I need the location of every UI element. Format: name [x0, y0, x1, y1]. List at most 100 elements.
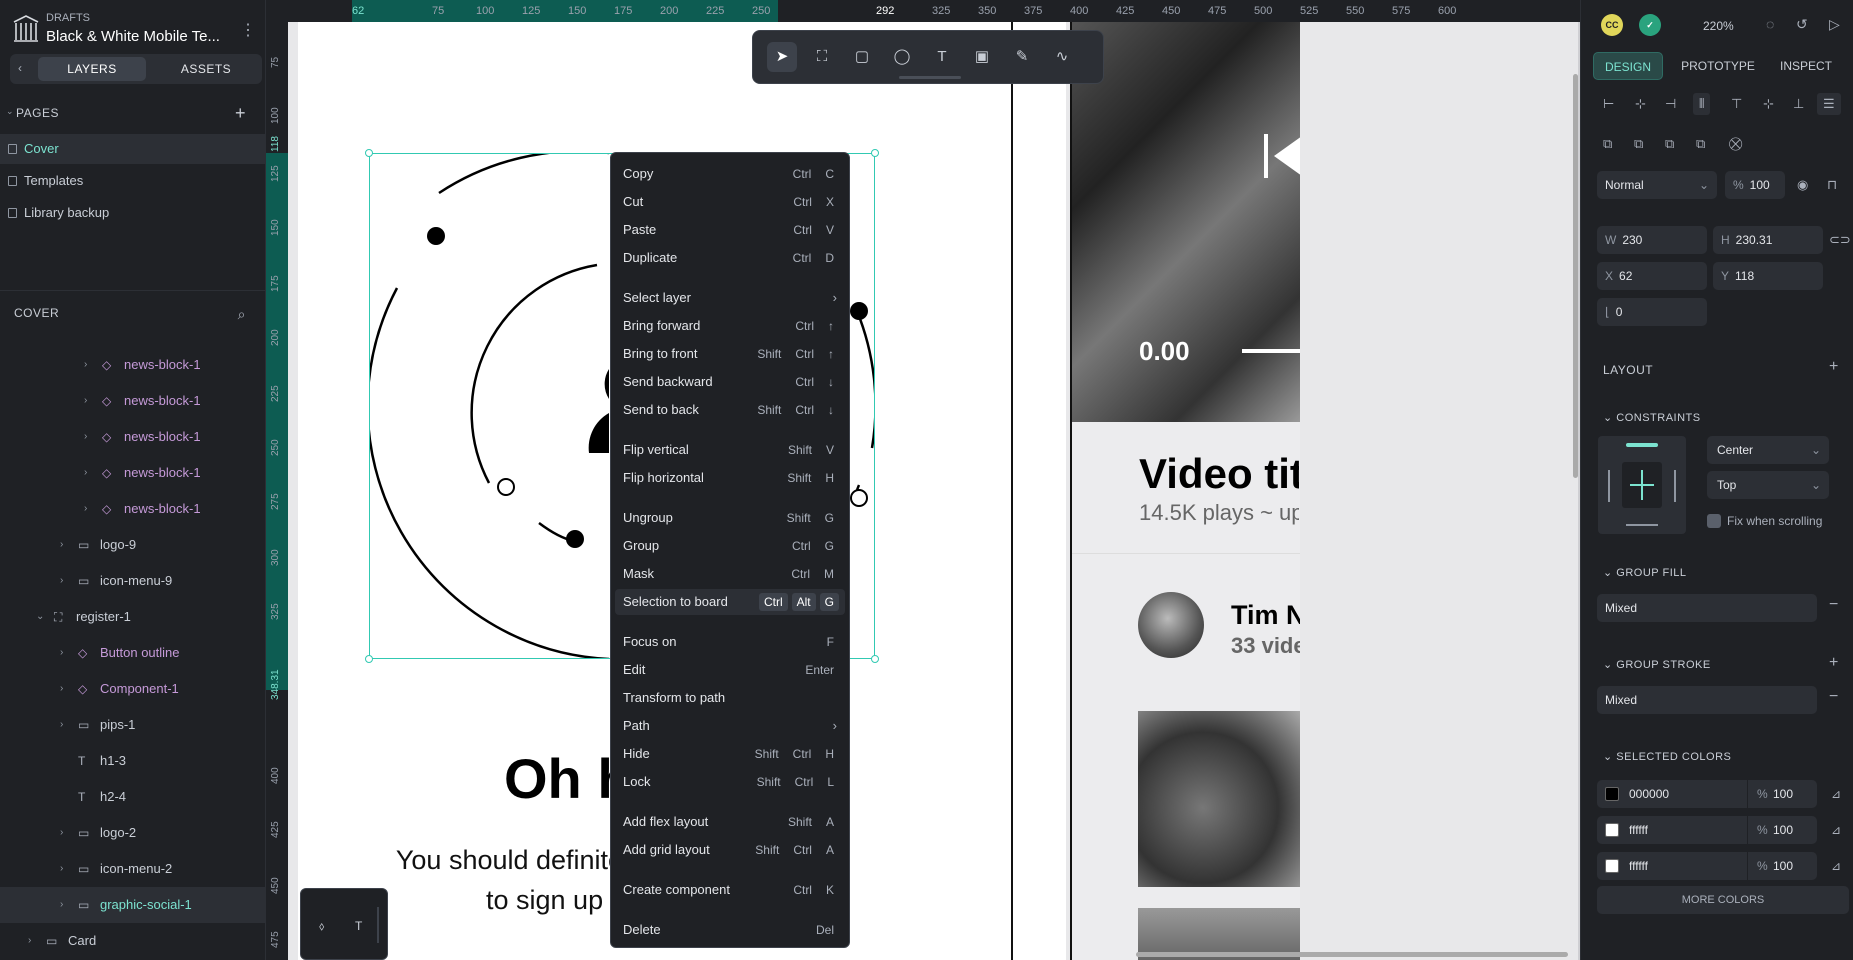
constraint-right-bar[interactable] — [1674, 470, 1676, 502]
menu-item-bring-forward[interactable]: Bring forward Ctrl ↑ — [615, 313, 845, 339]
play-back-icon[interactable] — [1264, 132, 1304, 182]
layer-row[interactable]: › ◇ Component-1 — [0, 671, 266, 707]
menu-item-focus-on[interactable]: Focus on F — [615, 629, 845, 655]
eyedropper-icon[interactable]: ⊿ — [1831, 780, 1841, 808]
distribute-v-icon[interactable]: ☰ — [1817, 93, 1841, 115]
menu-item-add-flex-layout[interactable]: Add flex layout Shift A — [615, 809, 845, 835]
rectangle-tool-icon[interactable]: ▢ — [847, 42, 877, 72]
zoom-level[interactable]: 220% — [1703, 19, 1734, 33]
horizontal-scrollbar[interactable] — [1136, 952, 1568, 957]
back-chevron-icon[interactable]: ‹ — [18, 61, 22, 75]
menu-item-cut[interactable]: Cut Ctrl X — [615, 189, 845, 215]
constraint-hcenter[interactable] — [1630, 484, 1654, 486]
x-field[interactable]: X 62 — [1597, 262, 1707, 290]
align-bottom-icon[interactable]: ⊥ — [1793, 96, 1804, 112]
remove-fill-icon[interactable]: − — [1829, 596, 1838, 614]
menu-item-delete[interactable]: Delete Del — [615, 917, 845, 943]
chevron-right-icon[interactable]: › — [60, 527, 63, 563]
color-palette-icon[interactable]: ⬨ — [319, 919, 324, 934]
layer-row[interactable]: › ▭ Card — [0, 923, 266, 959]
constraint-horizontal-select[interactable]: Center ⌄ — [1707, 436, 1829, 464]
menu-item-flip-vertical[interactable]: Flip vertical Shift V — [615, 437, 845, 463]
typography-icon[interactable]: T — [355, 919, 362, 933]
align-right-icon[interactable]: ⊣ — [1665, 96, 1676, 112]
color-swatch[interactable] — [1605, 823, 1619, 837]
menu-item-copy[interactable]: Copy Ctrl C — [615, 161, 845, 187]
tab-assets[interactable]: ASSETS — [158, 57, 254, 81]
text-tool-icon[interactable]: T — [927, 42, 957, 72]
layer-row[interactable]: › ◇ news-block-1 — [0, 347, 266, 383]
layer-row[interactable]: › ▭ logo-2 — [0, 815, 266, 851]
chevron-right-icon[interactable]: › — [60, 635, 63, 671]
add-page-icon[interactable]: + — [235, 104, 246, 122]
resize-handle[interactable] — [871, 149, 879, 157]
resize-handle[interactable] — [365, 149, 373, 157]
menu-item-path[interactable]: Path › — [615, 713, 845, 739]
app-logo-icon[interactable] — [12, 14, 40, 44]
chevron-right-icon[interactable]: › — [60, 815, 63, 851]
align-top-icon[interactable]: ⊤ — [1731, 96, 1742, 112]
lock-icon[interactable]: ⊓ — [1827, 177, 1837, 193]
group-stroke-field[interactable]: Mixed — [1597, 686, 1817, 714]
fix-scrolling-checkbox[interactable] — [1707, 514, 1721, 528]
radius-field[interactable]: ⌊ 0 — [1597, 298, 1707, 326]
move-tool-icon[interactable]: ➤ — [767, 42, 797, 72]
tab-prototype[interactable]: PROTOTYPE — [1673, 52, 1763, 80]
layer-row[interactable]: › ◇ news-block-1 — [0, 491, 266, 527]
layer-row-partial[interactable] — [0, 318, 266, 332]
constraints-label[interactable]: ⌄ CONSTRAINTS — [1603, 411, 1701, 424]
proportion-lock-icon[interactable]: ⊂⊃ — [1829, 232, 1851, 248]
layer-row[interactable]: › ▭ graphic-social-1 — [0, 887, 266, 923]
chevron-right-icon[interactable]: › — [84, 347, 87, 383]
comments-icon[interactable]: ◌ — [1766, 16, 1774, 32]
more-colors-button[interactable]: MORE COLORS — [1597, 886, 1849, 914]
project-menu-icon[interactable]: ⋮ — [240, 20, 256, 40]
group-fill-field[interactable]: Mixed — [1597, 594, 1817, 622]
layer-row[interactable]: › ◇ news-block-1 — [0, 383, 266, 419]
bool-difference-icon[interactable]: ⧉ — [1634, 136, 1643, 152]
chevron-down-icon[interactable]: ⌄ — [36, 599, 44, 635]
menu-item-group[interactable]: Group Ctrl G — [615, 533, 845, 559]
y-field[interactable]: Y 118 — [1713, 262, 1823, 290]
tab-design[interactable]: DESIGN — [1593, 52, 1663, 80]
tab-layers[interactable]: LAYERS — [38, 57, 146, 81]
color-swatch[interactable] — [1605, 787, 1619, 801]
align-vcenter-icon[interactable]: ⊹ — [1763, 96, 1774, 112]
menu-item-send-to-back[interactable]: Send to back Shift Ctrl ↓ — [615, 397, 845, 423]
selected-color-row[interactable]: 000000% 100 ⊿ — [1597, 780, 1841, 808]
chevron-right-icon[interactable]: › — [60, 887, 63, 923]
menu-item-selection-to-board[interactable]: Selection to board Ctrl Alt G — [615, 589, 845, 615]
visibility-eye-icon[interactable]: ◉ — [1797, 177, 1808, 193]
resize-handle[interactable] — [365, 655, 373, 663]
layer-opacity-field[interactable]: % 100 — [1725, 171, 1785, 199]
distribute-h-icon[interactable]: ⫴ — [1693, 93, 1711, 115]
menu-item-create-component[interactable]: Create component Ctrl K — [615, 877, 845, 903]
chevron-right-icon[interactable]: › — [60, 707, 63, 743]
layer-row[interactable]: › ◇ Button outline — [0, 635, 266, 671]
menu-item-flip-horizontal[interactable]: Flip horizontal Shift H — [615, 465, 845, 491]
chevron-right-icon[interactable]: › — [84, 455, 87, 491]
chevron-right-icon[interactable]: › — [60, 851, 63, 887]
pages-header[interactable]: PAGES ⌄ + — [0, 104, 266, 126]
flatten-icon[interactable]: ⛒ — [1729, 136, 1742, 152]
add-stroke-icon[interactable]: + — [1829, 654, 1838, 672]
menu-item-paste[interactable]: Paste Ctrl V — [615, 217, 845, 243]
menu-item-send-backward[interactable]: Send backward Ctrl ↓ — [615, 369, 845, 395]
menu-item-bring-to-front[interactable]: Bring to front Shift Ctrl ↑ — [615, 341, 845, 367]
toolbar-grip[interactable] — [899, 76, 961, 79]
tab-inspect[interactable]: INSPECT — [1771, 52, 1841, 80]
chevron-right-icon[interactable]: › — [84, 383, 87, 419]
user-avatar[interactable]: CC — [1601, 14, 1623, 36]
layer-row[interactable]: ⌄ ⛶ register-1 — [0, 599, 266, 635]
collapse-chevron-icon[interactable]: ⌄ — [6, 106, 14, 117]
layer-row[interactable]: › ▭ pips-1 — [0, 707, 266, 743]
menu-item-edit[interactable]: Edit Enter — [615, 657, 845, 683]
play-icon[interactable]: ▷ — [1829, 16, 1840, 33]
menu-item-select-layer[interactable]: Select layer › — [615, 285, 845, 311]
selected-color-row[interactable]: ffffff% 100 ⊿ — [1597, 852, 1841, 880]
menu-item-add-grid-layout[interactable]: Add grid layout Shift Ctrl A — [615, 837, 845, 863]
video-progress[interactable] — [1242, 349, 1302, 353]
constraint-vertical-select[interactable]: Top ⌄ — [1707, 471, 1829, 499]
height-field[interactable]: H 230.31 — [1713, 226, 1823, 254]
width-field[interactable]: W 230 — [1597, 226, 1707, 254]
